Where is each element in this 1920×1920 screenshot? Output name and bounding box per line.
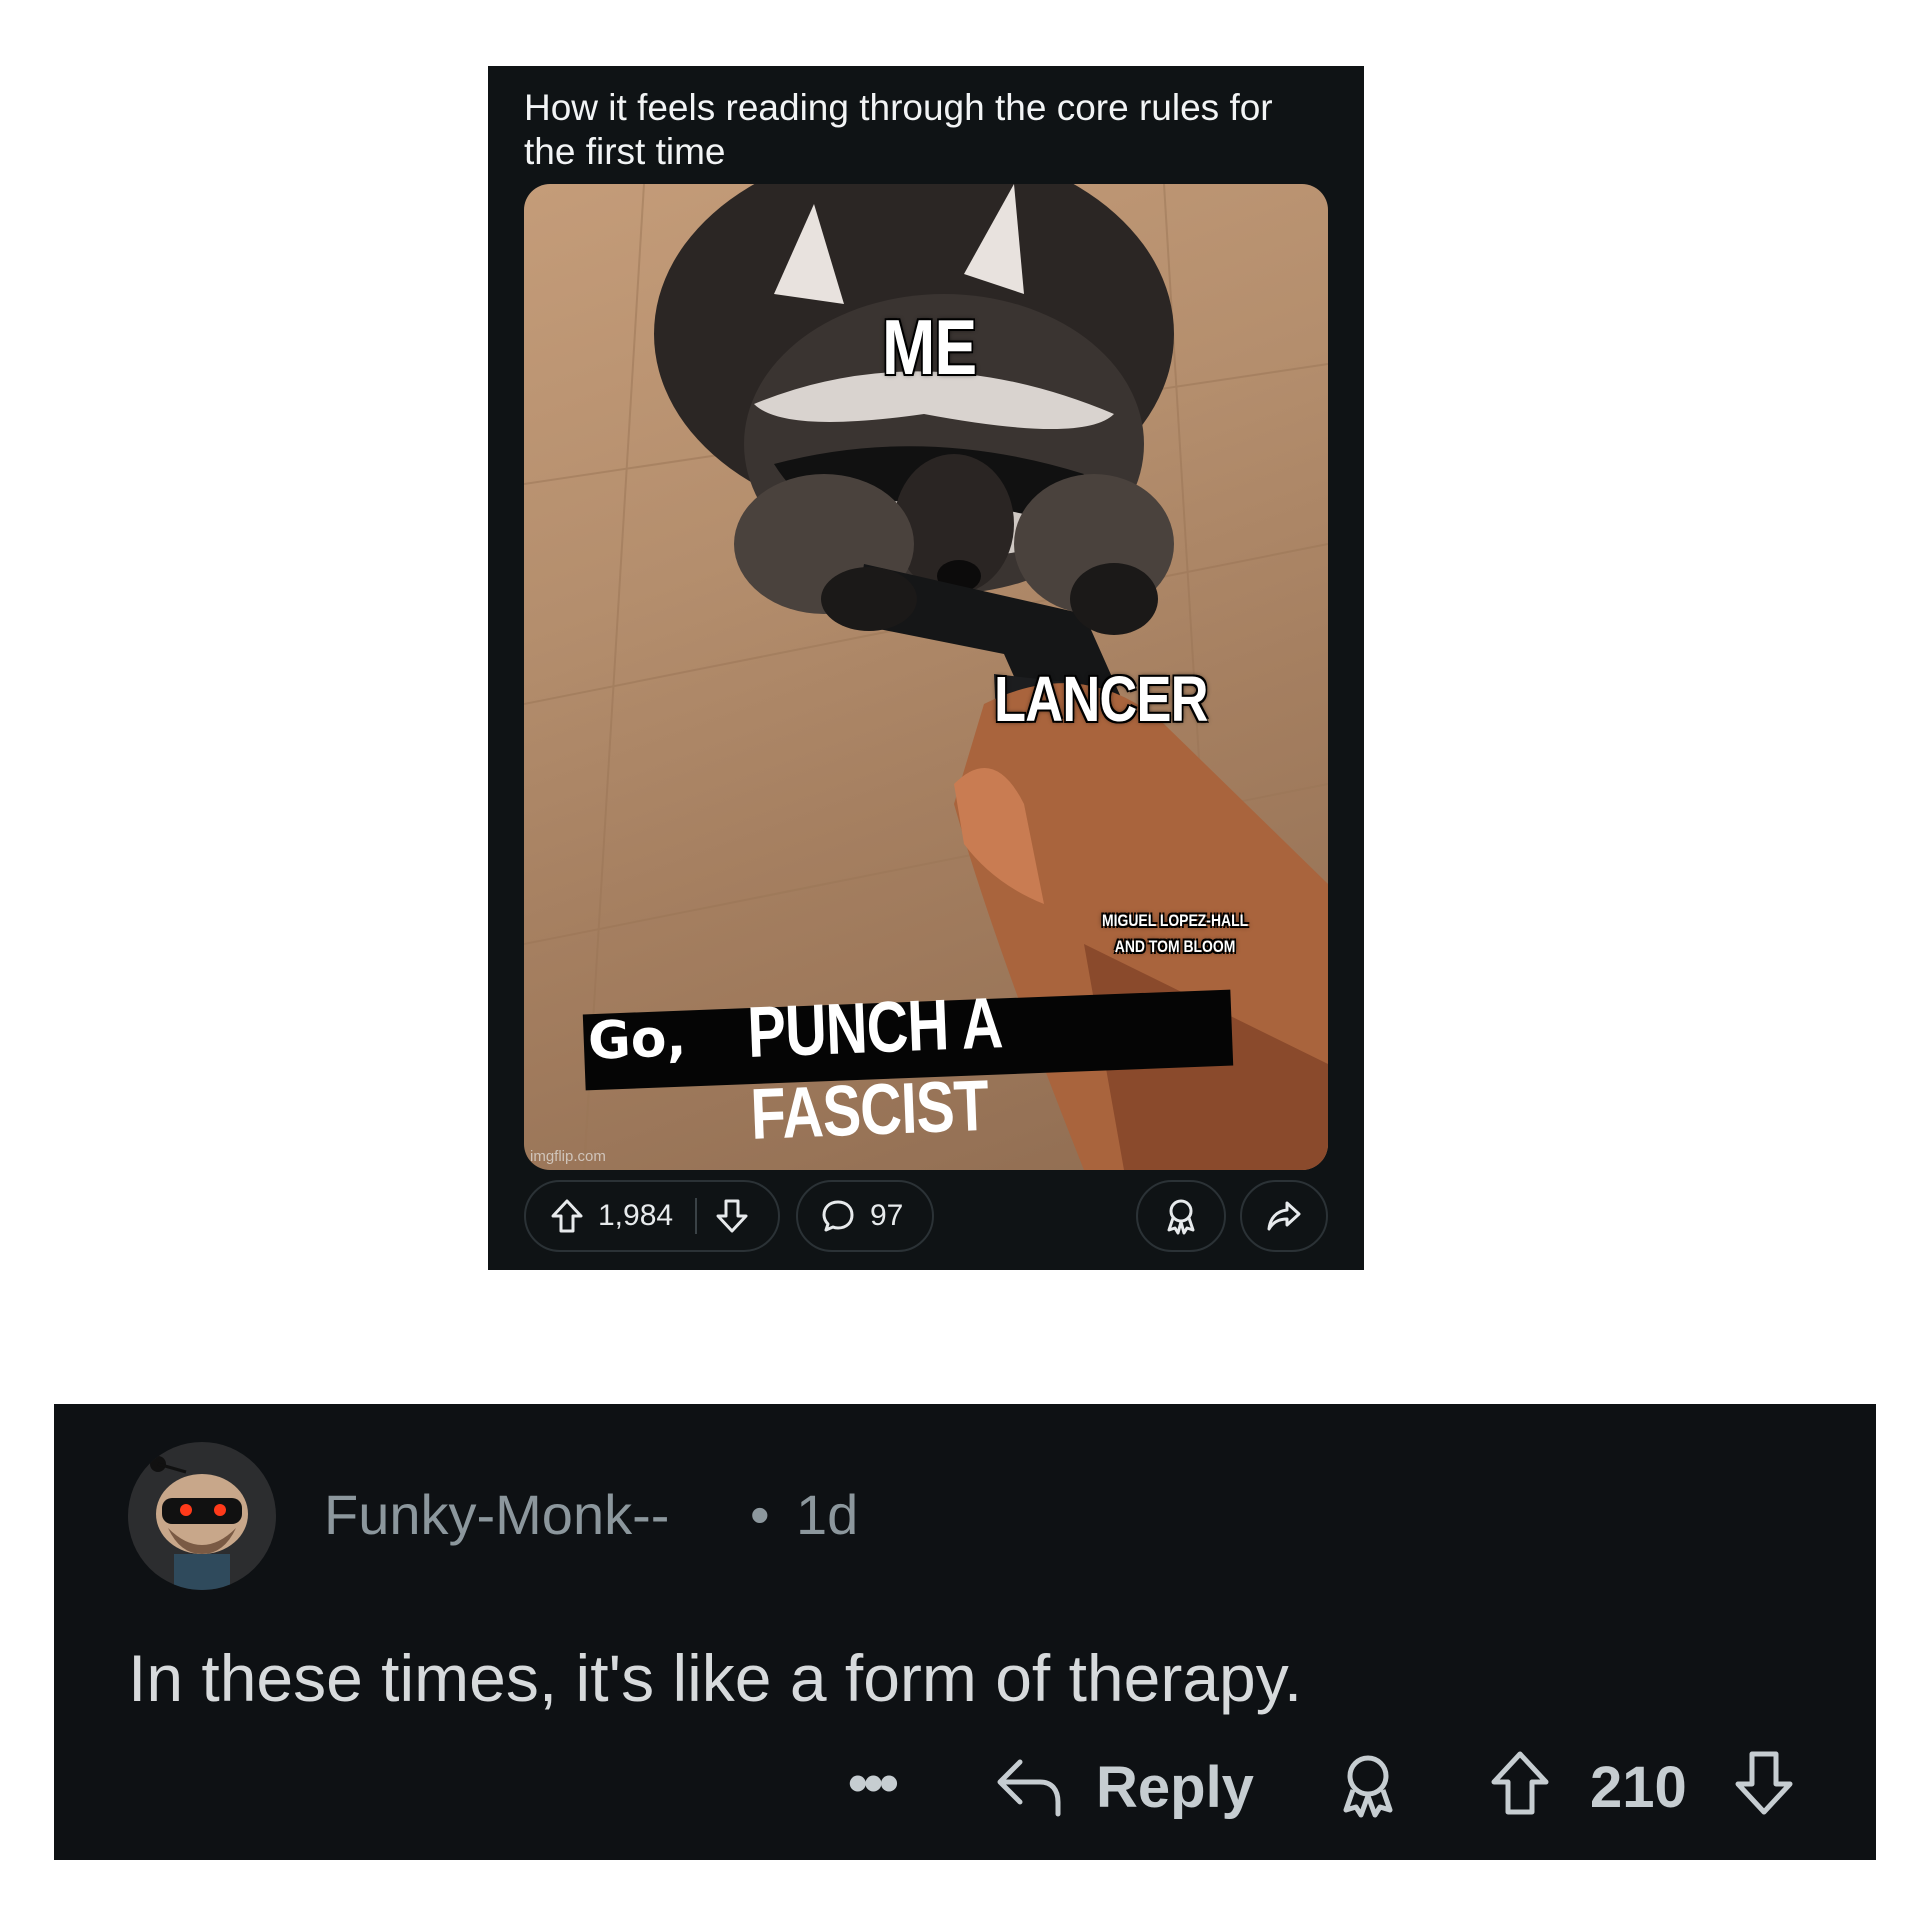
vote-divider (695, 1198, 698, 1234)
post-upvote-count: 1,984 (598, 1199, 674, 1232)
comment-body: In these times, it's like a form of ther… (128, 1641, 1303, 1715)
award-button[interactable] (1136, 1180, 1226, 1252)
award-icon[interactable] (1338, 1752, 1398, 1823)
comment-icon (820, 1198, 856, 1234)
award-icon (1164, 1197, 1198, 1235)
meme-credit-line-2: AND TOM BLOOM (1114, 937, 1236, 956)
meme-caption-me: ME (882, 303, 977, 391)
downvote-icon[interactable] (1734, 1750, 1794, 1821)
avatar-snoo-icon (150, 1456, 248, 1590)
comment-author[interactable]: Funky-Monk-- (324, 1482, 669, 1547)
comment-age: 1d (796, 1483, 859, 1546)
comment-score: 210 (1590, 1755, 1687, 1820)
downvote-icon[interactable] (715, 1198, 749, 1234)
share-button[interactable] (1240, 1180, 1328, 1252)
post-card[interactable]: How it feels reading through the core ru… (488, 66, 1364, 1270)
meme-caption-punch: PUNCH A FASCIST (746, 983, 1002, 1155)
meme-credit-line-1: MIGUEL LOPEZ-HALL (1102, 911, 1249, 930)
more-icon[interactable]: ••• (848, 1750, 899, 1815)
meme-watermark: imgflip.com (530, 1148, 606, 1165)
upvote-icon[interactable] (550, 1198, 584, 1234)
vote-pill: 1,984 (524, 1180, 780, 1252)
comment-action-row: ••• Reply 210 (54, 1742, 1876, 1832)
avatar[interactable] (128, 1442, 276, 1590)
post-comment-count: 97 (870, 1199, 904, 1232)
meme-caption-go: Go, (586, 1008, 688, 1072)
meme-caption-lancer: LANCER (994, 663, 1209, 735)
comment: Funky-Monk-- • 1d In these times, it's l… (54, 1404, 1876, 1860)
reply-icon[interactable] (994, 1754, 1064, 1823)
meme-caption-credit: MIGUEL LOPEZ-HALL AND TOM BLOOM (1102, 908, 1248, 960)
upvote-icon[interactable] (1490, 1750, 1550, 1821)
post-action-row: 1,984 97 (524, 1180, 1328, 1252)
post-title[interactable]: How it feels reading through the core ru… (524, 86, 1324, 174)
reply-button[interactable]: Reply (1096, 1754, 1254, 1821)
meta-separator: • (750, 1483, 770, 1546)
share-icon (1265, 1199, 1303, 1233)
meme-image[interactable]: ME LANCER MIGUEL LOPEZ-HALL AND TOM BLOO… (524, 184, 1328, 1170)
comments-button[interactable]: 97 (796, 1180, 934, 1252)
